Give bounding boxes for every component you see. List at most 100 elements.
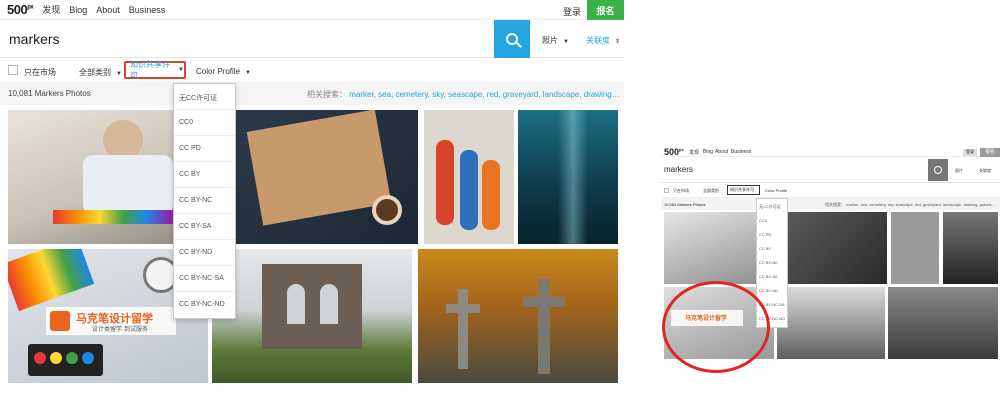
- child-head: [103, 120, 143, 160]
- paint-red: [34, 352, 46, 364]
- thumb-license-filter: 知识共享许可: [727, 185, 760, 195]
- nav-discover[interactable]: 发现: [42, 3, 60, 16]
- nav-business[interactable]: Business: [129, 5, 166, 15]
- license-option[interactable]: CC BY-NC-SA: [179, 275, 224, 282]
- search-row: markers 照片 ▼ 关联度 ⇕: [0, 20, 624, 58]
- thumb-license-option: CC BY: [759, 246, 772, 251]
- sort-select[interactable]: 关联度 ⇕: [586, 35, 620, 46]
- paint-green: [66, 352, 78, 364]
- sort-arrows-icon: ⇕: [615, 39, 621, 45]
- divider: [174, 265, 235, 266]
- thumb-login: 登录: [963, 149, 977, 156]
- filter-row: 只在市场 全部类别 ▼ 知识共享许可 ▼ Color Profile ▼: [0, 58, 624, 83]
- cross-arm: [446, 304, 480, 313]
- thumb-photo: [943, 212, 998, 284]
- thumb-license-option: CC BY-SA: [759, 274, 778, 279]
- thumb-license-option: CC0: [759, 218, 768, 223]
- pencils: [8, 249, 95, 312]
- caret-down-icon: ▼: [178, 67, 184, 73]
- photo-sketch-map[interactable]: [232, 110, 418, 244]
- caret-down-icon: ▼: [116, 71, 122, 77]
- market-only-checkbox[interactable]: [8, 65, 18, 75]
- thumb-license-option: CC BY-ND: [759, 288, 778, 293]
- markers-row: [53, 210, 193, 224]
- photo-forest-cemetery[interactable]: [518, 110, 618, 244]
- license-dropdown-menu: 无CC许可证 CC0 CC PD CC BY CC BY-NC CC BY-SA…: [173, 83, 236, 319]
- main-screenshot: 500px 发现 Blog About Business 登录 报名 marke…: [0, 0, 624, 401]
- thumb-category: 全部类别: [703, 188, 719, 193]
- photo-buoys[interactable]: [424, 110, 514, 244]
- divider: [174, 187, 235, 188]
- thumb-search-icon: [928, 159, 948, 181]
- child-body: [83, 155, 173, 215]
- thumb-photo: [891, 212, 939, 284]
- thumb-photo: [777, 287, 885, 359]
- thumb-type-select: 照片: [955, 168, 963, 173]
- divider: [174, 161, 235, 162]
- site-logo[interactable]: 500px: [7, 2, 34, 17]
- thumb-nav-about: About: [715, 149, 729, 155]
- buoy-orange: [482, 160, 500, 230]
- paint-blue: [82, 352, 94, 364]
- paint-yellow: [50, 352, 62, 364]
- nav-blog[interactable]: Blog: [69, 5, 87, 15]
- divider: [174, 135, 235, 136]
- divider: [174, 291, 235, 292]
- login-link[interactable]: 登录: [563, 5, 581, 18]
- license-option[interactable]: CC BY-SA: [179, 223, 211, 230]
- thumb-search-row: markers 照片 关联度: [661, 157, 1000, 183]
- caret-down-icon: ▼: [563, 39, 569, 45]
- license-filter[interactable]: 知识共享许可 ▼: [124, 60, 186, 80]
- divider: [174, 213, 235, 214]
- photo-abbey-ruins[interactable]: [212, 249, 412, 383]
- color-profile-filter[interactable]: Color Profile ▼: [196, 67, 251, 76]
- nav-about[interactable]: About: [96, 5, 120, 15]
- category-filter[interactable]: 全部类别 ▼: [79, 67, 122, 78]
- thumb-logo: 500px: [664, 147, 684, 157]
- search-icon: [506, 33, 518, 45]
- buoy-red: [436, 140, 454, 225]
- license-option[interactable]: CC0: [179, 119, 193, 126]
- thumb-color-profile: Color Profile: [765, 188, 788, 193]
- thumb-info-bar: 10,081 Markers Photos 相关搜索： marker, sea,…: [661, 198, 1000, 210]
- license-option[interactable]: CC BY: [179, 171, 200, 178]
- thumb-top-nav: 500px 发现 Blog About Business 登录 报名: [661, 145, 1000, 157]
- cross-arm: [523, 297, 565, 307]
- related-tags[interactable]: marker, sea, cemetery, sky, seascape, re…: [349, 90, 620, 99]
- thumb-nav-blog: Blog: [703, 149, 714, 155]
- thumb-nav-discover: 发现: [689, 150, 700, 156]
- ruin-walls: [262, 264, 362, 349]
- thumb-nav-business: Business: [731, 149, 752, 155]
- divider: [174, 239, 235, 240]
- type-select[interactable]: 照片 ▼: [542, 35, 569, 46]
- related-searches: 相关搜索： marker, sea, cemetery, sky, seasca…: [307, 89, 620, 100]
- ruin-arch: [320, 284, 338, 324]
- cross-post: [458, 289, 468, 369]
- search-input[interactable]: markers: [9, 31, 60, 47]
- thumb-filter-row: 只在市场 全部类别 知识共享许可 Color Profile: [661, 183, 1000, 198]
- paper-sheet: [246, 110, 392, 226]
- annotation-circle: [662, 281, 770, 373]
- license-option[interactable]: CC BY-NC-ND: [179, 301, 225, 308]
- thumb-search-query: markers: [664, 165, 693, 174]
- license-option[interactable]: CC BY-NC: [179, 197, 212, 204]
- signup-button[interactable]: 报名: [587, 0, 624, 20]
- thumb-sort-select: 关联度: [979, 168, 991, 173]
- results-count: 10,081 Markers Photos: [8, 89, 91, 98]
- paint-palette: [28, 344, 103, 376]
- license-option[interactable]: CC PD: [179, 145, 201, 152]
- photo-autumn-crosses[interactable]: [418, 249, 618, 383]
- thumb-results-count: 10,081 Markers Photos: [664, 202, 706, 207]
- license-option[interactable]: 无CC许可证: [179, 93, 217, 103]
- thumb-checkbox: [664, 188, 669, 193]
- thumb-market-only: 只在市场: [673, 188, 689, 193]
- license-option[interactable]: CC BY-ND: [179, 249, 212, 256]
- caret-down-icon: ▼: [245, 70, 251, 76]
- watermark-subtext: 设计类留学·到试服务: [92, 327, 148, 333]
- watermark-box: 马克笔设计留学 设计类留学·到试服务: [46, 307, 176, 335]
- search-button[interactable]: [494, 20, 530, 58]
- ruin-arch: [287, 284, 305, 324]
- thumb-license-option: 无CC许可证: [759, 204, 781, 209]
- thumb-photo: [888, 287, 998, 359]
- market-only-label: 只在市场: [24, 68, 56, 77]
